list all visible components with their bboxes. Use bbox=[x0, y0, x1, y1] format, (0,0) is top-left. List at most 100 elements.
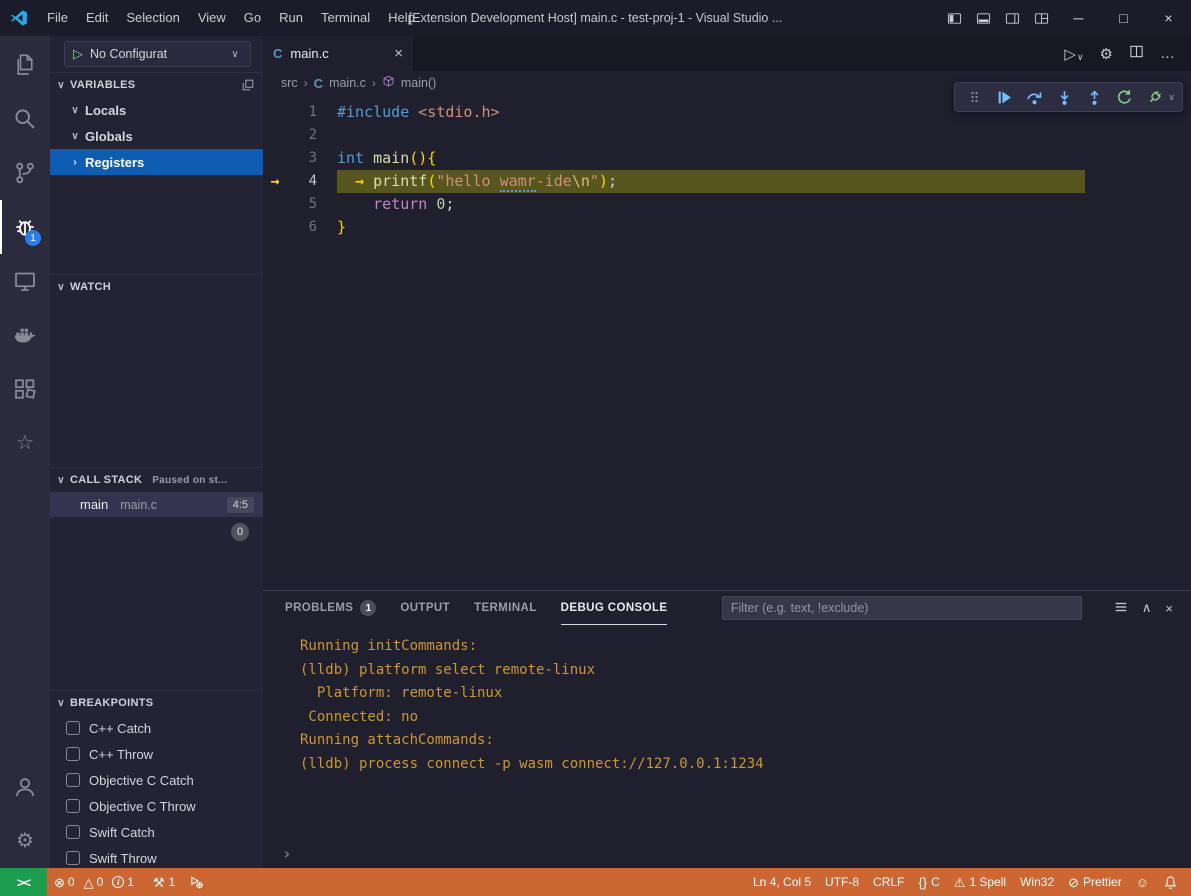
tab-problems[interactable]: PROBLEMS 1 bbox=[285, 591, 376, 625]
breakpoint-checkbox[interactable] bbox=[66, 773, 80, 787]
notifications-bell[interactable] bbox=[1156, 868, 1185, 896]
console-filter-input[interactable] bbox=[722, 596, 1082, 620]
stack-frame-main[interactable]: main main.c 4:5 bbox=[50, 492, 263, 517]
activity-extensions[interactable] bbox=[0, 362, 50, 416]
step-into-button[interactable] bbox=[1052, 84, 1076, 110]
breakpoint-checkbox[interactable] bbox=[66, 851, 80, 865]
breadcrumb-symbol[interactable]: main() bbox=[401, 76, 436, 90]
breakpoint-checkbox[interactable] bbox=[66, 747, 80, 761]
line-number: 5 bbox=[287, 193, 317, 216]
split-editor-icon[interactable] bbox=[1129, 44, 1144, 63]
start-debug-icon[interactable]: ▷ bbox=[73, 46, 83, 62]
feedback-smiley[interactable]: ☺ bbox=[1129, 868, 1156, 896]
breakpoint-checkbox[interactable] bbox=[66, 721, 80, 735]
toggle-panel-icon[interactable] bbox=[969, 0, 998, 36]
variables-header[interactable]: ∨ VARIABLES bbox=[50, 73, 263, 97]
prettier-status[interactable]: ⊘ Prettier bbox=[1061, 868, 1129, 896]
breakpoint-item[interactable]: Swift Catch bbox=[50, 819, 263, 845]
breakpoint-checkbox[interactable] bbox=[66, 799, 80, 813]
console-output[interactable]: Running initCommands:(lldb) platform sel… bbox=[263, 625, 1191, 868]
eol-indicator[interactable]: CRLF bbox=[866, 868, 911, 896]
problems-status[interactable]: ⊗0 △0 i1 bbox=[47, 868, 146, 896]
chevron-down-icon[interactable]: ∨ bbox=[1168, 92, 1175, 103]
activity-account[interactable] bbox=[0, 760, 50, 814]
cursor-position[interactable]: Ln 4, Col 5 bbox=[746, 868, 818, 896]
close-panel-icon[interactable]: × bbox=[1165, 601, 1173, 616]
close-tab-icon[interactable]: × bbox=[394, 45, 403, 62]
variables-scope-registers[interactable]: › Registers bbox=[50, 149, 263, 175]
activity-source-control[interactable] bbox=[0, 146, 50, 200]
breadcrumb-src[interactable]: src bbox=[281, 76, 298, 90]
step-out-button[interactable] bbox=[1082, 84, 1106, 110]
breakpoint-gutter[interactable] bbox=[263, 101, 287, 124]
activity-explorer[interactable] bbox=[0, 38, 50, 92]
disconnect-button[interactable] bbox=[1142, 84, 1166, 110]
breakpoint-gutter[interactable] bbox=[263, 216, 287, 239]
variables-scope-globals[interactable]: ∨ Globals bbox=[50, 123, 263, 149]
activity-remote-explorer[interactable] bbox=[0, 254, 50, 308]
breakpoint-item[interactable]: Swift Throw bbox=[50, 845, 263, 868]
tab-debug-console[interactable]: DEBUG CONSOLE bbox=[561, 591, 668, 625]
encoding-indicator[interactable]: UTF-8 bbox=[818, 868, 866, 896]
menu-go[interactable]: Go bbox=[235, 0, 270, 36]
platform-indicator[interactable]: Win32 bbox=[1013, 868, 1061, 896]
breakpoint-gutter[interactable] bbox=[263, 124, 287, 147]
activity-search[interactable] bbox=[0, 92, 50, 146]
tab-terminal[interactable]: TERMINAL bbox=[474, 591, 537, 625]
minimize-button[interactable]: ─ bbox=[1056, 0, 1101, 36]
tab-main-c[interactable]: C main.c × bbox=[263, 36, 413, 71]
remote-indicator[interactable]: >< bbox=[0, 868, 47, 896]
variables-scope-locals[interactable]: ∨ Locals bbox=[50, 97, 263, 123]
instruction-pointer-icon[interactable]: → bbox=[263, 170, 287, 193]
open-view-icon[interactable] bbox=[241, 78, 255, 92]
menu-selection[interactable]: Selection bbox=[117, 0, 188, 36]
close-window-button[interactable]: × bbox=[1146, 0, 1191, 36]
code-line: 2 bbox=[263, 124, 1191, 147]
customize-layout-icon[interactable] bbox=[1027, 0, 1056, 36]
frame-file: main.c bbox=[120, 498, 157, 512]
menu-run[interactable]: Run bbox=[270, 0, 312, 36]
activity-settings[interactable]: ⚙ bbox=[0, 814, 50, 868]
breakpoint-gutter[interactable] bbox=[263, 147, 287, 170]
breakpoint-checkbox[interactable] bbox=[66, 825, 80, 839]
tools-indicator[interactable]: ⚒ 1 bbox=[146, 868, 182, 896]
toggle-secondary-sidebar-icon[interactable] bbox=[998, 0, 1027, 36]
menu-edit[interactable]: Edit bbox=[77, 0, 117, 36]
spell-checker-status[interactable]: ⚠ 1 Spell bbox=[947, 868, 1013, 896]
maximize-panel-icon[interactable]: ∧ bbox=[1142, 600, 1152, 616]
menu-file[interactable]: File bbox=[38, 0, 77, 36]
toggle-sidebar-icon[interactable] bbox=[940, 0, 969, 36]
play-icon: ▷ bbox=[1064, 45, 1076, 63]
gear-icon[interactable]: ⚙ bbox=[1100, 45, 1113, 63]
language-mode[interactable]: {} C bbox=[911, 868, 946, 896]
breakpoint-item[interactable]: Objective C Throw bbox=[50, 793, 263, 819]
activity-docker[interactable] bbox=[0, 308, 50, 362]
step-over-button[interactable] bbox=[1022, 84, 1046, 110]
menu-view[interactable]: View bbox=[189, 0, 235, 36]
more-actions-icon[interactable]: … bbox=[1160, 45, 1175, 62]
run-or-debug-button[interactable]: ▷ ∨ bbox=[1064, 45, 1083, 63]
maximize-button[interactable]: □ bbox=[1101, 0, 1146, 36]
debug-config-dropdown[interactable]: ▷ No Configurat ∨ bbox=[64, 41, 251, 67]
restart-button[interactable] bbox=[1112, 84, 1136, 110]
console-line: Connected: no bbox=[300, 706, 1191, 730]
activity-favorites[interactable]: ☆ bbox=[0, 416, 50, 470]
breadcrumb-file[interactable]: main.c bbox=[329, 76, 366, 90]
callstack-header[interactable]: ∨ CALL STACK Paused on st... bbox=[50, 468, 263, 492]
breakpoint-item[interactable]: C++ Catch bbox=[50, 715, 263, 741]
code-editor[interactable]: 1#include <stdio.h>23int main(){→4 → pri… bbox=[263, 95, 1191, 590]
menu-terminal[interactable]: Terminal bbox=[312, 0, 379, 36]
watch-header[interactable]: ∨ WATCH bbox=[50, 275, 263, 299]
activity-run-debug[interactable]: 1 bbox=[0, 200, 50, 254]
session-count-badge: 0 bbox=[231, 523, 249, 541]
debug-status[interactable] bbox=[182, 868, 211, 896]
breakpoints-header[interactable]: ∨ BREAKPOINTS bbox=[50, 691, 263, 715]
breakpoint-gutter[interactable] bbox=[263, 193, 287, 216]
breakpoint-item[interactable]: C++ Throw bbox=[50, 741, 263, 767]
tab-output[interactable]: OUTPUT bbox=[400, 591, 450, 625]
continue-button[interactable] bbox=[992, 84, 1016, 110]
breakpoint-item[interactable]: Objective C Catch bbox=[50, 767, 263, 793]
filter-lines-icon[interactable] bbox=[1114, 600, 1128, 617]
console-prompt[interactable]: › bbox=[282, 844, 292, 863]
toolbar-drag-handle[interactable] bbox=[962, 84, 986, 110]
